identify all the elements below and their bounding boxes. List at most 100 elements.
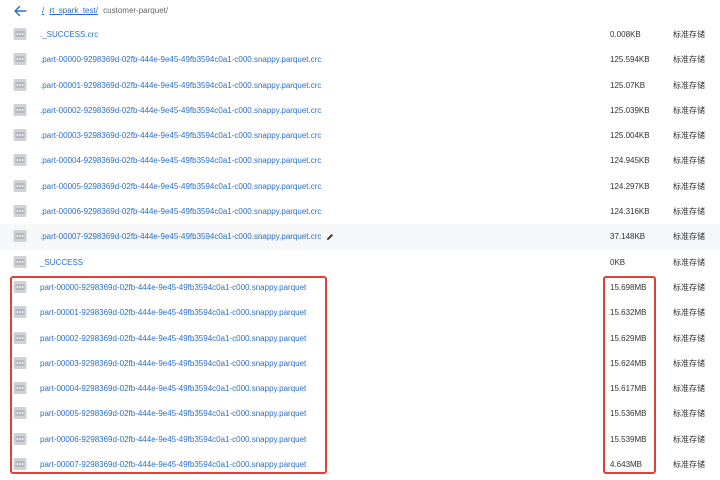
file-size: 0.008KB [610, 30, 641, 39]
storage-class: 标准存储 [673, 308, 705, 318]
file-name-text: part-00007-9298369d-02fb-444e-9e45-49fb3… [40, 460, 307, 470]
file-icon [13, 280, 27, 294]
file-icon [13, 52, 27, 66]
file-name-text: .part-00000-9298369d-02fb-444e-9e45-49fb… [40, 55, 322, 65]
file-name-link[interactable]: part-00003-9298369d-02fb-444e-9e45-49fb3… [40, 359, 306, 369]
breadcrumb-bucket[interactable]: rt_spark_test/ [49, 6, 97, 15]
file-row[interactable]: .part-00003-9298369d-02fb-444e-9e45-49fb… [0, 123, 720, 148]
file-row[interactable]: part-00007-9298369d-02fb-444e-9e45-49fb3… [0, 452, 720, 477]
file-icon [13, 78, 27, 92]
file-size: 15.629MB [610, 333, 647, 343]
file-row[interactable]: part-00003-9298369d-02fb-444e-9e45-49fb3… [0, 351, 720, 376]
file-name-text: .part-00002-9298369d-02fb-444e-9e45-49fb… [40, 105, 322, 115]
file-icon [13, 381, 27, 395]
file-row[interactable]: part-00000-9298369d-02fb-444e-9e45-49fb3… [0, 275, 720, 300]
file-icon [13, 406, 27, 420]
storage-class: 标准存储 [673, 434, 705, 444]
file-row[interactable]: part-00006-9298369d-02fb-444e-9e45-49fb3… [0, 427, 720, 452]
file-name-text: part-00006-9298369d-02fb-444e-9e45-49fb3… [40, 434, 307, 444]
file-size: 15.617MB [610, 384, 647, 394]
file-icon [13, 204, 27, 218]
file-icon [13, 27, 27, 41]
file-row[interactable]: part-00005-9298369d-02fb-444e-9e45-49fb3… [0, 401, 720, 426]
file-name-text: part-00003-9298369d-02fb-444e-9e45-49fb3… [40, 358, 307, 368]
file-name-link[interactable]: part-00006-9298369d-02fb-444e-9e45-49fb3… [40, 435, 306, 445]
file-size: 125.07KB [610, 80, 646, 90]
file-name-text: .part-00001-9298369d-02fb-444e-9e45-49fb… [40, 80, 322, 90]
file-name-text: part-00002-9298369d-02fb-444e-9e45-49fb3… [40, 333, 307, 343]
storage-class: 标准存储 [673, 131, 705, 141]
breadcrumb-root[interactable]: / [42, 6, 44, 15]
file-row[interactable]: .part-00007-9298369d-02fb-444e-9e45-49fb… [0, 224, 720, 250]
file-name-text: ._SUCCESS.crc [40, 30, 99, 39]
file-name-link[interactable]: .part-00006-9298369d-02fb-444e-9e45-49fb… [40, 207, 321, 217]
pencil-icon[interactable] [326, 233, 334, 241]
storage-class: 标准存储 [673, 460, 705, 470]
storage-class: 标准存储 [673, 358, 705, 368]
file-row[interactable]: .part-00006-9298369d-02fb-444e-9e45-49fb… [0, 199, 720, 224]
file-size: 15.632MB [610, 308, 647, 318]
storage-class: 标准存储 [673, 232, 705, 242]
file-name-link[interactable]: .part-00004-9298369d-02fb-444e-9e45-49fb… [40, 156, 321, 166]
file-icon [13, 331, 27, 345]
file-size: 124.945KB [610, 156, 650, 166]
file-name-link[interactable]: part-00001-9298369d-02fb-444e-9e45-49fb3… [40, 308, 306, 318]
storage-class: 标准存储 [673, 333, 705, 343]
file-size: 124.297KB [610, 181, 650, 191]
file-size: 125.594KB [610, 55, 650, 65]
storage-class: 标准存储 [673, 181, 705, 191]
storage-class: 标准存储 [673, 207, 705, 217]
file-icon [13, 255, 27, 269]
file-size: 4.643MB [610, 460, 643, 470]
file-icon [13, 179, 27, 193]
file-row[interactable]: .part-00004-9298369d-02fb-444e-9e45-49fb… [0, 148, 720, 173]
storage-class: 标准存储 [673, 384, 705, 394]
file-name-text: .part-00003-9298369d-02fb-444e-9e45-49fb… [40, 131, 322, 141]
file-icon [13, 229, 27, 243]
file-name-text: .part-00007-9298369d-02fb-444e-9e45-49fb… [40, 232, 322, 242]
file-icon [13, 153, 27, 167]
file-row[interactable]: part-00004-9298369d-02fb-444e-9e45-49fb3… [0, 376, 720, 401]
back-arrow-icon[interactable] [13, 5, 27, 17]
file-row[interactable]: ._SUCCESS.crc 0.008KB 标准存储 [0, 22, 720, 47]
file-list: ._SUCCESS.crc 0.008KB 标准存储 .part-00000-9298… [0, 22, 720, 477]
file-icon [13, 305, 27, 319]
file-row[interactable]: .part-00005-9298369d-02fb-444e-9e45-49fb… [0, 174, 720, 199]
breadcrumb-bar: / rt_spark_test/ customer-parquet/ [0, 0, 720, 22]
storage-class: 标准存储 [673, 409, 705, 419]
file-name-link[interactable]: part-00005-9298369d-02fb-444e-9e45-49fb3… [40, 409, 306, 419]
file-name-link[interactable]: .part-00001-9298369d-02fb-444e-9e45-49fb… [40, 81, 321, 91]
file-name-link[interactable]: .part-00003-9298369d-02fb-444e-9e45-49fb… [40, 131, 321, 141]
file-size: 125.004KB [610, 131, 650, 141]
storage-class: 标准存储 [673, 282, 705, 292]
file-name-link[interactable]: .part-00000-9298369d-02fb-444e-9e45-49fb… [40, 55, 321, 65]
file-name-link[interactable]: part-00002-9298369d-02fb-444e-9e45-49fb3… [40, 334, 306, 344]
file-name-text: part-00005-9298369d-02fb-444e-9e45-49fb3… [40, 409, 307, 419]
file-name-text: part-00004-9298369d-02fb-444e-9e45-49fb3… [40, 384, 307, 394]
storage-class: 标准存储 [673, 30, 705, 39]
file-name-text: .part-00004-9298369d-02fb-444e-9e45-49fb… [40, 156, 322, 166]
file-row[interactable]: .part-00000-9298369d-02fb-444e-9e45-49fb… [0, 47, 720, 72]
file-name-link[interactable]: .part-00002-9298369d-02fb-444e-9e45-49fb… [40, 106, 321, 116]
file-name-link[interactable]: .part-00005-9298369d-02fb-444e-9e45-49fb… [40, 182, 321, 192]
file-size: 125.039KB [610, 105, 650, 115]
file-icon [13, 128, 27, 142]
file-name-link[interactable]: part-00000-9298369d-02fb-444e-9e45-49fb3… [40, 283, 306, 293]
file-row[interactable]: part-00001-9298369d-02fb-444e-9e45-49fb3… [0, 300, 720, 325]
file-name-link[interactable]: part-00004-9298369d-02fb-444e-9e45-49fb3… [40, 384, 306, 394]
file-icon [13, 457, 27, 471]
file-name-link[interactable]: ._SUCCESS.crc [40, 30, 98, 40]
file-size: 15.698MB [610, 282, 647, 292]
file-row[interactable]: part-00002-9298369d-02fb-444e-9e45-49fb3… [0, 326, 720, 351]
file-name-link[interactable]: .part-00007-9298369d-02fb-444e-9e45-49fb… [40, 232, 334, 242]
file-icon [13, 103, 27, 117]
file-row[interactable]: _SUCCESS 0KB 标准存储 [0, 250, 720, 275]
file-row[interactable]: .part-00002-9298369d-02fb-444e-9e45-49fb… [0, 98, 720, 123]
storage-class: 标准存储 [673, 105, 705, 115]
file-name-link[interactable]: part-00007-9298369d-02fb-444e-9e45-49fb3… [40, 460, 306, 470]
file-size: 37.148KB [610, 232, 646, 242]
storage-class: 标准存储 [673, 257, 705, 267]
file-size: 0KB [610, 257, 626, 267]
file-row[interactable]: .part-00001-9298369d-02fb-444e-9e45-49fb… [0, 73, 720, 98]
file-name-link[interactable]: _SUCCESS [40, 258, 83, 268]
